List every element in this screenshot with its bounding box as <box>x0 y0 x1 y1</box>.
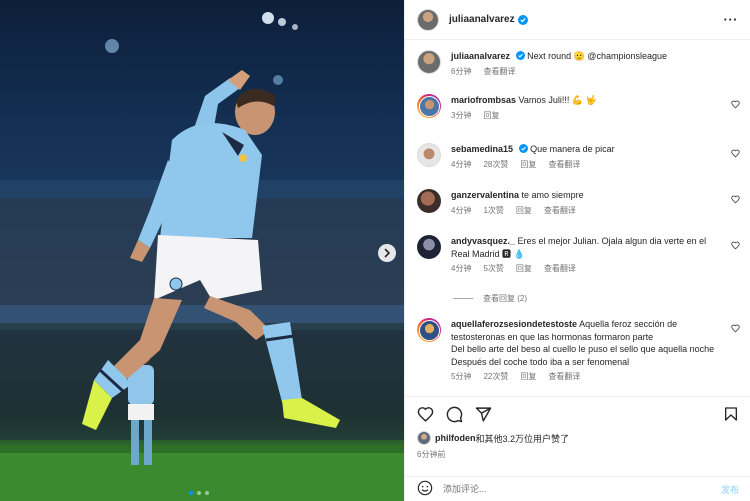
reply-link[interactable]: 回复 <box>520 371 536 382</box>
comment-likes[interactable]: 28次赞 <box>483 159 508 170</box>
post-side-panel: juliaanalvarez ··· juliaanalvarez Next r… <box>404 0 750 501</box>
header-username[interactable]: juliaanalvarez <box>449 14 515 25</box>
share-paper-plane-icon[interactable] <box>475 406 492 425</box>
comment-username[interactable]: andyvasquez._ <box>451 236 515 246</box>
comment-text: Vamos Juli!!! 💪 🤟 <box>518 95 597 105</box>
avatar[interactable] <box>417 189 441 213</box>
like-heart-icon[interactable] <box>731 324 740 335</box>
translate-link[interactable]: 查看翻译 <box>548 371 580 382</box>
comment-time: 5分钟 <box>451 372 472 381</box>
reply-link[interactable]: 回复 <box>520 159 536 170</box>
save-bookmark-icon[interactable] <box>723 406 739 424</box>
avatar[interactable] <box>417 235 441 259</box>
translate-link[interactable]: 查看翻译 <box>483 66 515 77</box>
like-heart-icon[interactable] <box>731 149 740 160</box>
caption-body: Next round 🫡 @championsleague <box>527 51 667 61</box>
emoji-smiley-icon[interactable] <box>417 480 433 498</box>
comment-input[interactable] <box>443 484 721 494</box>
comment-username[interactable]: mariofrombsas <box>451 95 516 105</box>
avatar[interactable] <box>417 143 441 167</box>
caption-text: juliaanalvarez Next round 🫡 @championsle… <box>451 50 721 63</box>
comments-list: juliaanalvarez Next round 🫡 @championsle… <box>405 40 750 396</box>
avatar[interactable] <box>417 50 441 74</box>
comment-time: 6分钟 <box>451 66 472 76</box>
carousel-dot-active <box>189 491 193 495</box>
view-replies-label: 查看回复 (2) <box>483 294 527 303</box>
likes-username[interactable]: philfoden <box>435 433 476 443</box>
comment-composer: 发布 <box>405 476 750 501</box>
comment-time: 4分钟 <box>451 264 472 273</box>
translate-link[interactable]: 查看翻译 <box>548 159 580 170</box>
carousel-dot <box>197 491 201 495</box>
post-actions: philfoden 和其他3.2万位用户赞了 6分钟前 <box>405 396 750 460</box>
comment-text: te amo siempre <box>521 190 584 200</box>
reply-link[interactable]: 回复 <box>516 263 532 274</box>
verified-badge-icon <box>517 14 528 25</box>
post-photo[interactable] <box>0 0 404 501</box>
comment-username[interactable]: sebamedina15 <box>451 144 513 154</box>
comment-bubble-icon[interactable] <box>446 406 463 425</box>
view-replies-divider <box>453 298 473 299</box>
verified-badge-icon <box>515 51 525 60</box>
carousel-dots <box>189 491 209 495</box>
post-header: juliaanalvarez ··· <box>405 0 750 40</box>
reply-link[interactable]: 回复 <box>516 205 532 216</box>
comment-time: 4分钟 <box>451 205 472 215</box>
caption-row: juliaanalvarez Next round 🫡 @championsle… <box>417 50 742 77</box>
comment-row: ganzervalentina te amo siempre 4分钟 1次赞 回… <box>417 189 742 216</box>
comment-row: mariofrombsas Vamos Juli!!! 💪 🤟 3分钟 回复 <box>417 94 742 121</box>
comment-text-line: Del bello arte del beso al cuello le pus… <box>451 344 715 354</box>
comment-likes[interactable]: 1次赞 <box>483 205 503 216</box>
post-time: 6分钟前 <box>417 450 446 459</box>
likes-summary[interactable]: philfoden 和其他3.2万位用户赞了 <box>417 431 739 445</box>
like-heart-icon[interactable] <box>731 100 740 111</box>
carousel-next-button[interactable] <box>378 244 396 262</box>
like-heart-icon[interactable] <box>417 406 434 425</box>
avatar[interactable] <box>417 318 441 342</box>
verified-badge-icon <box>518 144 528 153</box>
avatar[interactable] <box>417 8 439 31</box>
photo-illustration <box>0 12 404 501</box>
comment-row: sebamedina15 Que manera de picar 4分钟 28次… <box>417 143 742 170</box>
avatar <box>417 431 431 445</box>
comment-username[interactable]: aquellaferozsesiondetestoste <box>451 319 577 329</box>
comment-time: 4分钟 <box>451 159 472 169</box>
like-heart-icon[interactable] <box>731 195 740 206</box>
translate-link[interactable]: 查看翻译 <box>544 205 576 216</box>
avatar[interactable] <box>417 94 441 118</box>
translate-link[interactable]: 查看翻译 <box>544 263 576 274</box>
comment-time: 3分钟 <box>451 110 472 120</box>
post-comment-button[interactable]: 发布 <box>721 483 739 496</box>
comment-text: Que manera de picar <box>530 144 615 154</box>
caption-username[interactable]: juliaanalvarez <box>451 51 510 61</box>
carousel-dot <box>205 491 209 495</box>
comment-likes[interactable]: 5次赞 <box>483 263 503 274</box>
comment-row: andyvasquez._ Eres el mejor Julian. Ojal… <box>417 235 742 274</box>
like-heart-icon[interactable] <box>731 241 740 252</box>
likes-text: 和其他3.2万位用户赞了 <box>475 433 570 444</box>
comment-row: aquellaferozsesiondetestoste Aquella fer… <box>417 318 742 382</box>
comment-likes[interactable]: 22次赞 <box>483 371 508 382</box>
reply-link[interactable]: 回复 <box>483 110 499 121</box>
comment-username[interactable]: ganzervalentina <box>451 190 519 200</box>
chevron-right-icon <box>384 248 390 258</box>
comment-text-line: Después del coche todo iba a ser fenomen… <box>451 356 630 367</box>
more-horizontal-icon[interactable]: ··· <box>724 12 739 27</box>
view-replies-link[interactable]: 查看回复 (2) <box>453 293 527 304</box>
